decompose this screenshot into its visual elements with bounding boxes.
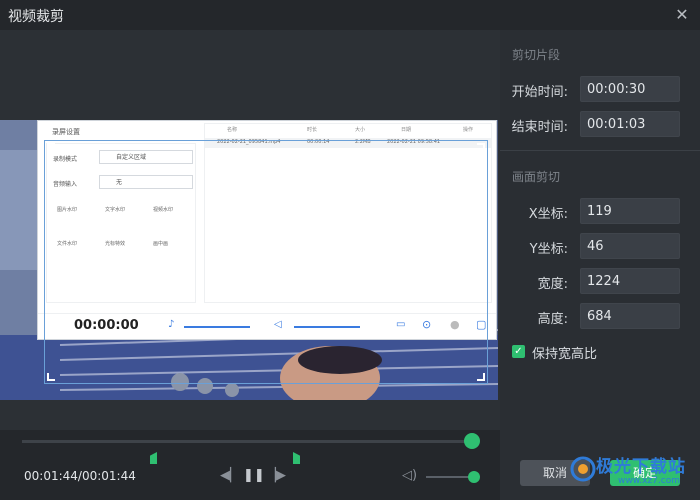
screen-settings-label: 录屏设置 [52, 128, 80, 136]
width-input[interactable] [580, 268, 680, 294]
end-time-label: 结束时间: [511, 120, 568, 135]
settings-sidebar: 剪切片段 开始时间: 结束时间: 画面剪切 X坐标: Y坐标: 宽度: 高度: … [500, 30, 700, 500]
section-divider [500, 150, 700, 151]
watermark-brand: 极光下载站 [596, 457, 686, 477]
height-input[interactable] [580, 303, 680, 329]
crop-handle-top-left[interactable] [47, 143, 55, 151]
keep-ratio-checkbox[interactable]: ✓ [512, 345, 525, 358]
clip-start-marker[interactable] [150, 452, 157, 464]
col-actions: 操作 [463, 127, 474, 133]
x-coord-label: X坐标: [528, 207, 568, 222]
volume-track[interactable] [426, 476, 472, 478]
x-coord-input[interactable] [580, 198, 680, 224]
clip-end-marker[interactable] [293, 452, 300, 464]
clip-section-title: 剪切片段 [512, 48, 561, 62]
site-watermark: 极光下载站 www.xz7.com [570, 452, 696, 492]
y-coord-label: Y坐标: [529, 242, 568, 257]
pause-icon[interactable]: ❚❚ [243, 468, 265, 484]
start-time-label: 开始时间: [511, 85, 568, 100]
keep-ratio-label: 保持宽高比 [532, 347, 598, 362]
col-size: 大小 [355, 127, 366, 133]
y-coord-input[interactable] [580, 233, 680, 259]
video-frame: 录屏设置 录制模式 自定义区域 音频输入 无 图片水印 文字水印 视频水印 文件… [0, 120, 498, 400]
progress-track[interactable] [22, 440, 474, 443]
end-time-input[interactable] [580, 111, 680, 137]
col-name: 名称 [227, 127, 238, 133]
crop-handle-bottom-right[interactable] [477, 373, 485, 381]
next-frame-icon[interactable]: ▕▶ [266, 468, 286, 484]
col-date: 日期 [401, 127, 412, 133]
start-time-input[interactable] [580, 76, 680, 102]
crop-handle-top-right[interactable] [477, 143, 485, 151]
progress-thumb[interactable] [464, 433, 480, 449]
timeline-bar: 00:01:44/00:01:44 ◀▏ ❚❚ ▕▶ ◁) [0, 430, 500, 500]
watermark-url: www.xz7.com [618, 476, 680, 486]
col-duration: 时长 [307, 127, 318, 133]
volume-thumb[interactable] [468, 471, 480, 483]
title-bar: 视频裁剪 ✕ [0, 0, 700, 30]
window-title: 视频裁剪 [8, 9, 64, 25]
watermark-logo-icon [570, 456, 596, 482]
crop-section-title: 画面剪切 [512, 170, 561, 184]
close-icon[interactable]: ✕ [672, 5, 692, 25]
crop-handle-bottom-left[interactable] [47, 373, 55, 381]
playback-time: 00:01:44/00:01:44 [24, 469, 136, 483]
volume-icon[interactable]: ◁) [402, 468, 417, 484]
crop-region[interactable] [44, 140, 488, 384]
video-preview-area: 录屏设置 录制模式 自定义区域 音频输入 无 图片水印 文字水印 视频水印 文件… [0, 30, 500, 430]
width-label: 宽度: [537, 277, 568, 292]
prev-frame-icon[interactable]: ◀▏ [220, 468, 240, 484]
height-label: 高度: [537, 312, 568, 327]
